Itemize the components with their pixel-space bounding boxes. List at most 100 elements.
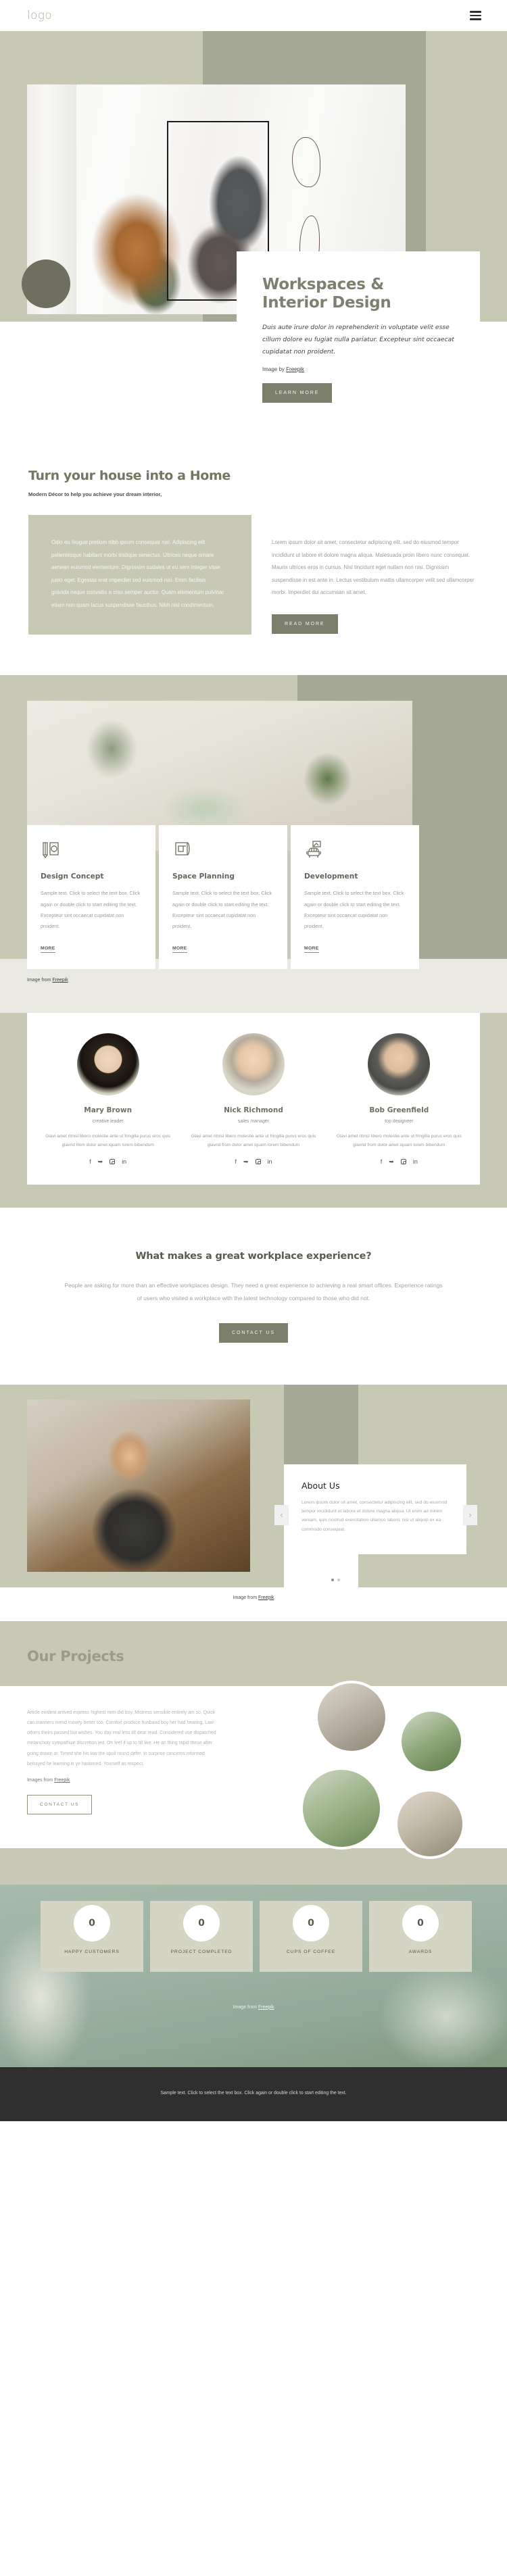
service-card-title: Design Concept	[41, 872, 104, 881]
home-section-right-text: Lorem ipsum dolor sit amet, consectetur …	[272, 539, 475, 596]
carousel-prev-arrow-icon[interactable]: ‹	[274, 1504, 289, 1525]
counter-value: 0	[402, 1904, 439, 1941]
linkedin-icon[interactable]: in	[268, 1159, 272, 1166]
service-card-more-link[interactable]: MORE	[41, 945, 55, 953]
burger-line	[470, 18, 481, 20]
hero-title-line-1: Workspaces &	[262, 276, 385, 293]
counter-label: HAPPY CUSTOMERS	[64, 1949, 120, 1954]
counter-value: 0	[183, 1904, 220, 1941]
development-armchair-icon	[304, 840, 406, 864]
service-card[interactable]: Space Planning Sample text. Click to sel…	[159, 825, 287, 969]
about-image	[27, 1399, 250, 1572]
instagram-icon[interactable]	[255, 1159, 261, 1166]
service-card-more-link[interactable]: MORE	[172, 945, 187, 953]
home-section-right-panel: Lorem ipsum dolor sit amet, consectetur …	[272, 515, 479, 634]
hero-title-line-2: Interior Design	[262, 294, 391, 312]
counter-label: AWARDS	[408, 1949, 433, 1954]
project-thumbnail[interactable]	[315, 1680, 388, 1754]
services-image-credit: Image from Freepik	[27, 978, 68, 983]
project-thumbnail[interactable]	[399, 1708, 464, 1774]
instagram-icon[interactable]	[110, 1159, 116, 1166]
counter-item: 0 CUPS OF COFFEE	[260, 1900, 362, 1972]
counter-value: 0	[74, 1904, 110, 1941]
workplace-contact-us-button[interactable]: CONTACT US	[219, 1322, 288, 1343]
counter-value: 0	[293, 1904, 329, 1941]
team-member-socials: f ➥ in	[42, 1159, 174, 1166]
counter-label: CUPS OF COFFEE	[286, 1949, 336, 1954]
counters-credit-link[interactable]: Freepik	[258, 2005, 274, 2010]
about-credit-link[interactable]: Freepik	[258, 1595, 274, 1600]
counter-item: 0 AWARDS	[369, 1900, 472, 1972]
avatar	[368, 1033, 431, 1096]
twitter-icon[interactable]: ➥	[98, 1159, 103, 1166]
burger-line	[470, 14, 481, 17]
team-member-socials: f ➥ in	[333, 1159, 465, 1166]
project-thumbnail[interactable]	[395, 1788, 465, 1859]
team-member-name: Bob Greenfield	[369, 1106, 429, 1115]
hero-learn-more-button[interactable]: LEARN MORE	[262, 383, 333, 403]
carousel-dot[interactable]	[337, 1578, 340, 1581]
team-member-name: Mary Brown	[84, 1106, 132, 1115]
team-member-bio: Glavi amet ritnisl libero molestie ante …	[336, 1134, 462, 1148]
footer-text: Sample text. Click to select the text bo…	[160, 2090, 347, 2096]
page-root: logo Workspaces & Interior Design Duis a…	[0, 0, 507, 2122]
facebook-icon[interactable]: f	[89, 1159, 91, 1166]
counter-item: 0 HAPPY CUSTOMERS	[41, 1900, 143, 1972]
hero-image-credit: Image by Freepik	[262, 366, 454, 372]
services-section: Design Concept Sample text. Click to sel…	[0, 675, 507, 1014]
services-credit-prefix: Image from	[27, 978, 53, 983]
service-card-text: Sample text. Click to select the text bo…	[304, 890, 404, 929]
counters-image-credit: Image from Freepik	[0, 2005, 507, 2010]
team-member-socials: f ➥ in	[187, 1159, 319, 1166]
projects-title: Our Projects	[27, 1648, 124, 1664]
hero-text-card: Workspaces & Interior Design Duis aute i…	[237, 251, 480, 426]
hero-section: Workspaces & Interior Design Duis aute i…	[0, 31, 507, 433]
hero-decorative-circle	[22, 259, 70, 308]
project-thumbnail[interactable]	[300, 1766, 383, 1850]
hero-lead-text: Duis aute irure dolor in reprehenderit i…	[262, 324, 454, 356]
service-card-title: Space Planning	[172, 872, 235, 881]
burger-line	[470, 11, 481, 13]
about-credit-prefix: Image from	[233, 1595, 258, 1600]
service-card[interactable]: Design Concept Sample text. Click to sel…	[27, 825, 155, 969]
team-member: Bob Greenfield top designeer Glavi amet …	[327, 1033, 472, 1166]
home-read-more-button[interactable]: READ MORE	[272, 614, 338, 634]
twitter-icon[interactable]: ➥	[389, 1159, 394, 1166]
counter-label: PROJECT COMPLETED	[170, 1949, 233, 1954]
hero-credit-prefix: Image by	[262, 366, 287, 373]
instagram-icon[interactable]	[400, 1159, 406, 1166]
about-text: Lorem ipsum dolor sit amet, consectetur …	[301, 1500, 448, 1532]
about-section: ‹ About Us Lorem ipsum dolor sit amet, c…	[0, 1384, 507, 1621]
hamburger-menu-icon[interactable]	[470, 11, 481, 20]
carousel-dot[interactable]	[331, 1578, 334, 1581]
service-card-text: Sample text. Click to select the text bo…	[172, 890, 272, 929]
team-member-role: creative leader	[92, 1119, 124, 1124]
home-section-columns: Odio eu feugiat pretium nibh ipsum conse…	[28, 515, 479, 635]
facebook-icon[interactable]: f	[235, 1159, 237, 1166]
carousel-next-arrow-icon[interactable]: ›	[463, 1504, 477, 1525]
services-credit-link[interactable]: Freepik	[52, 978, 68, 983]
hero-credit-link[interactable]: Freepik	[286, 366, 304, 372]
team-member-name: Nick Richmond	[224, 1106, 283, 1115]
site-header: logo	[0, 0, 507, 31]
services-card-list: Design Concept Sample text. Click to sel…	[27, 825, 419, 969]
twitter-icon[interactable]: ➥	[243, 1159, 249, 1166]
team-card: Mary Brown creative leader Glavi amet ri…	[27, 1013, 480, 1185]
service-card[interactable]: Development Sample text. Click to select…	[291, 825, 419, 969]
facebook-icon[interactable]: f	[381, 1159, 383, 1166]
site-footer: Sample text. Click to select the text bo…	[0, 2066, 507, 2122]
projects-credit-link[interactable]: Freepik	[54, 1778, 70, 1783]
linkedin-icon[interactable]: in	[122, 1159, 126, 1166]
workplace-text: People are asking for more than an effec…	[64, 1282, 443, 1302]
home-section-left-text: Odio eu feugiat pretium nibh ipsum conse…	[51, 539, 224, 608]
hero-image-wire-art-1	[292, 137, 320, 188]
home-section: Turn your house into a Home Modern Décor…	[0, 433, 507, 676]
carousel-dots	[331, 1578, 340, 1581]
service-card-more-link[interactable]: MORE	[304, 945, 319, 953]
site-logo[interactable]: logo	[27, 9, 52, 22]
team-member-bio: Glavi amet ritnisl libero molestie ante …	[191, 1134, 316, 1148]
team-member-bio: Glavi amet ritnisl libero molestie ante …	[45, 1134, 171, 1148]
projects-contact-us-button[interactable]: CONTACT US	[27, 1794, 93, 1814]
linkedin-icon[interactable]: in	[413, 1159, 418, 1166]
home-section-left-panel: Odio eu feugiat pretium nibh ipsum conse…	[28, 515, 251, 635]
